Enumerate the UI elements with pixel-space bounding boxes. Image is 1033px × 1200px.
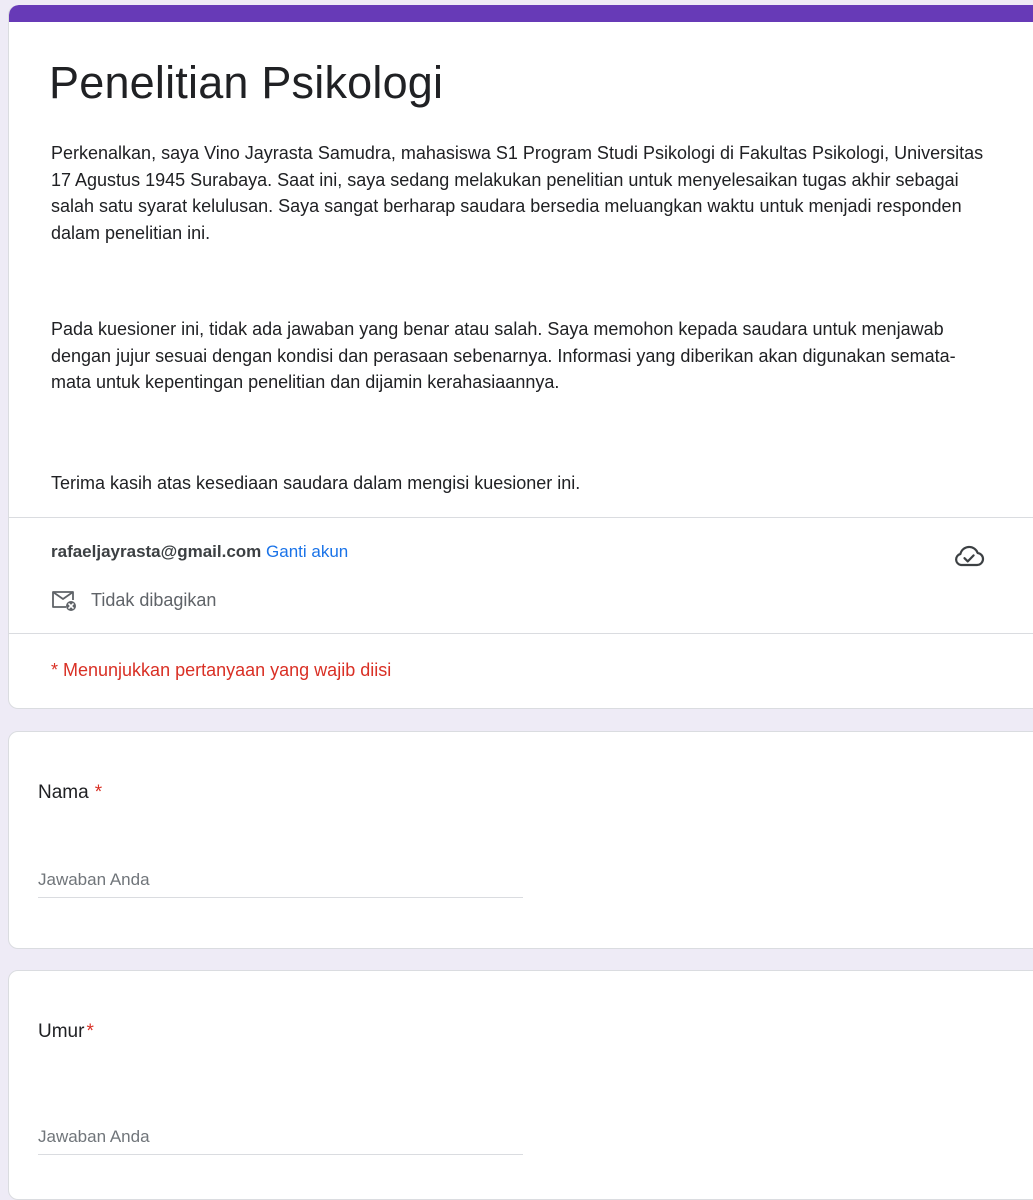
- form-description-paragraph-3: Terima kasih atas kesediaan saudara dala…: [51, 473, 581, 493]
- account-info: rafaeljayrasta@gmail.com Ganti akun: [51, 539, 348, 565]
- question-label-nama: Nama *: [38, 780, 102, 806]
- required-asterisk: *: [86, 1021, 94, 1042]
- share-status: Tidak dibagikan: [51, 585, 216, 615]
- required-question-note: * Menunjukkan pertanyaan yang wajib diis…: [51, 660, 392, 680]
- header-divider-top: [9, 517, 1033, 518]
- answer-input-nama[interactable]: [38, 862, 523, 898]
- form-description-paragraph-2: Pada kuesioner ini, tidak ada jawaban ya…: [51, 319, 956, 392]
- cloud-saved-icon: [955, 545, 985, 567]
- question-label-umur: Umur *: [38, 1019, 94, 1045]
- account-email: rafaeljayrasta@gmail.com: [51, 542, 262, 561]
- header-accent-bar: [9, 5, 1033, 22]
- required-asterisk: *: [94, 782, 103, 803]
- question-card-umur: Umur *: [8, 970, 1033, 1200]
- form-title: Penelitian Psikologi: [49, 57, 444, 108]
- switch-account-link[interactable]: Ganti akun: [266, 542, 348, 561]
- question-card-nama: Nama *: [8, 731, 1033, 949]
- question-title-nama: Nama: [38, 782, 89, 803]
- mail-not-shared-icon: [52, 591, 76, 611]
- answer-input-umur[interactable]: [38, 1119, 523, 1155]
- question-title-umur: Umur: [38, 1021, 85, 1042]
- form-description-paragraph-1: Perkenalkan, saya Vino Jayrasta Samudra,…: [51, 143, 984, 243]
- header-divider-bottom: [9, 633, 1033, 634]
- form-header-card: Penelitian Psikologi Perkenalkan, saya V…: [8, 5, 1033, 709]
- share-status-label: Tidak dibagikan: [91, 589, 217, 610]
